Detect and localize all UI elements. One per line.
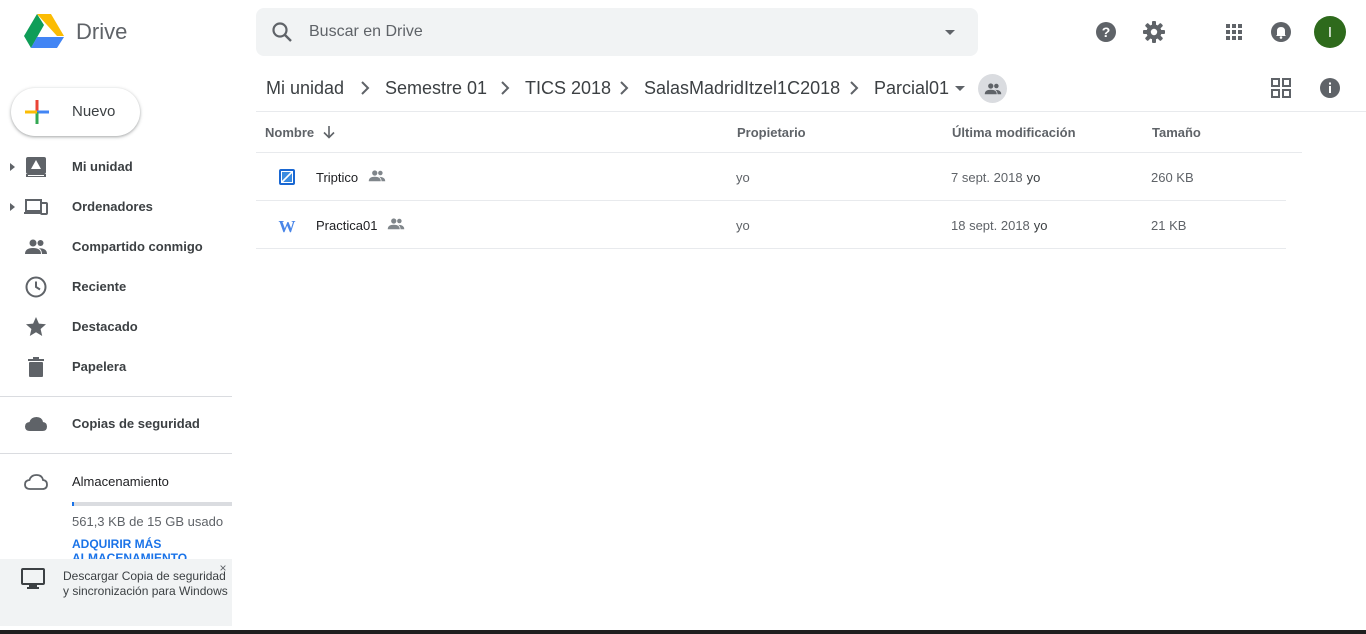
sidebar-item-label: Mi unidad [72, 159, 133, 174]
publisher-file-icon [279, 169, 295, 185]
plus-icon [25, 100, 49, 124]
new-button-label: Nuevo [72, 103, 116, 120]
breadcrumb-item[interactable]: SalasMadridItzel1C2018 [644, 78, 840, 99]
shared-people-icon [984, 82, 1001, 94]
chevron-right-icon [850, 81, 859, 95]
buy-storage-link[interactable]: ADQUIRIR MÁS ALMACENAMIENTO [72, 537, 222, 559]
backup-sync-promo[interactable]: Descargar Copia de seguridad y sincroniz… [0, 559, 232, 626]
sidebar-item-label: Copias de seguridad [72, 416, 200, 431]
cloud-icon [25, 417, 47, 431]
svg-text:W: W [279, 217, 296, 234]
sidebar-item-almacenamiento[interactable]: Almacenamiento [0, 462, 232, 502]
sidebar-divider [0, 396, 232, 397]
trash-icon [28, 357, 44, 377]
chevron-right-icon [361, 81, 370, 95]
sidebar-item-reciente[interactable]: Reciente [0, 267, 232, 307]
drive-icon [26, 157, 46, 177]
sidebar-item-ordenadores[interactable]: Ordenadores [0, 187, 232, 227]
breadcrumb-current[interactable]: Parcial01 [874, 78, 949, 99]
sidebar-item-compartido[interactable]: Compartido conmigo [0, 227, 232, 267]
file-owner: yo [736, 170, 750, 185]
column-header-owner[interactable]: Propietario [737, 125, 806, 140]
help-icon: ? [1096, 22, 1116, 42]
table-row[interactable]: W Practica01 yo 18 sept. 2018 yo 21 KB [256, 201, 1286, 249]
storage-bar [72, 502, 232, 506]
drive-logo-icon[interactable] [24, 14, 64, 50]
sidebar-item-label: Destacado [72, 319, 138, 334]
promo-text: Descargar Copia de seguridad y sincroniz… [63, 569, 228, 598]
file-modified-by: yo [1033, 218, 1048, 233]
clock-icon [25, 276, 47, 298]
shared-people-icon [368, 170, 386, 182]
star-icon [26, 317, 46, 336]
sidebar-item-label: Almacenamiento [72, 474, 169, 489]
sidebar-item-label: Reciente [72, 279, 127, 294]
taskbar-edge [0, 630, 1366, 634]
settings-icon [1143, 21, 1165, 43]
close-icon[interactable]: × [216, 561, 230, 575]
file-name[interactable]: Practica01 [316, 218, 377, 233]
search-icon[interactable] [270, 20, 294, 44]
chevron-right-icon [501, 81, 510, 95]
file-modified-date: 18 sept. 2018 [951, 218, 1030, 233]
notifications-icon [1271, 22, 1291, 42]
chevron-right-icon [620, 81, 629, 95]
folder-shared-button[interactable] [978, 74, 1007, 103]
file-size: 260 KB [1151, 170, 1194, 185]
shared-people-icon [387, 218, 405, 230]
search-options-icon[interactable] [938, 20, 962, 44]
app-title[interactable]: Drive [76, 19, 127, 45]
file-modified: 18 sept. 2018 yo [951, 218, 1048, 233]
sidebar-item-destacado[interactable]: Destacado [0, 307, 232, 347]
cloud-outline-icon [24, 474, 48, 490]
notifications-button[interactable] [1265, 16, 1297, 48]
help-button[interactable]: ? [1090, 16, 1122, 48]
sidebar-divider [0, 453, 232, 454]
column-header-name[interactable]: Nombre [265, 125, 314, 140]
word-file-icon: W [279, 217, 296, 234]
breadcrumb-divider [256, 111, 1366, 112]
breadcrumb-item[interactable]: Semestre 01 [385, 78, 487, 99]
sidebar-item-label: Papelera [72, 359, 127, 374]
storage-used-text: 561,3 KB de 15 GB usado [72, 514, 224, 529]
file-owner: yo [736, 218, 750, 233]
account-avatar[interactable]: I [1314, 16, 1346, 48]
sidebar-item-copias[interactable]: Copias de seguridad [0, 404, 232, 444]
file-modified: 7 sept. 2018 yo [951, 170, 1040, 185]
expand-arrow-icon[interactable] [8, 201, 16, 213]
monitor-icon [21, 568, 45, 589]
apps-button[interactable] [1218, 16, 1250, 48]
svg-text:?: ? [1102, 24, 1111, 40]
sidebar-item-mi-unidad[interactable]: Mi unidad [0, 147, 232, 187]
folder-menu-dropdown-icon[interactable] [950, 82, 970, 96]
settings-button[interactable] [1138, 16, 1170, 48]
search-bar[interactable] [256, 8, 978, 56]
file-modified-by: yo [1026, 170, 1041, 185]
info-icon[interactable] [1319, 77, 1341, 99]
table-row[interactable]: Triptico yo 7 sept. 2018 yo 260 KB [256, 153, 1286, 201]
top-bar: Drive ? [0, 0, 1366, 64]
column-header-modified[interactable]: Última modificación [952, 125, 1076, 140]
file-name[interactable]: Triptico [316, 170, 358, 185]
expand-arrow-icon[interactable] [8, 161, 16, 173]
sidebar-item-label: Compartido conmigo [72, 239, 203, 254]
file-modified-date: 7 sept. 2018 [951, 170, 1023, 185]
storage-bar-fill [72, 502, 74, 506]
sidebar-item-papelera[interactable]: Papelera [0, 347, 232, 387]
new-button[interactable]: Nuevo [11, 88, 140, 136]
computers-icon [24, 199, 48, 215]
sort-arrow-down-icon[interactable] [322, 125, 336, 139]
sidebar-item-label: Ordenadores [72, 199, 153, 214]
breadcrumb-item[interactable]: Mi unidad [266, 78, 344, 99]
shared-people-icon [25, 239, 47, 254]
column-header-size[interactable]: Tamaño [1152, 125, 1201, 140]
breadcrumb-item[interactable]: TICS 2018 [525, 78, 611, 99]
file-size: 21 KB [1151, 218, 1187, 233]
apps-icon [1226, 24, 1242, 40]
search-input[interactable] [309, 20, 909, 44]
grid-view-icon[interactable] [1270, 77, 1292, 99]
